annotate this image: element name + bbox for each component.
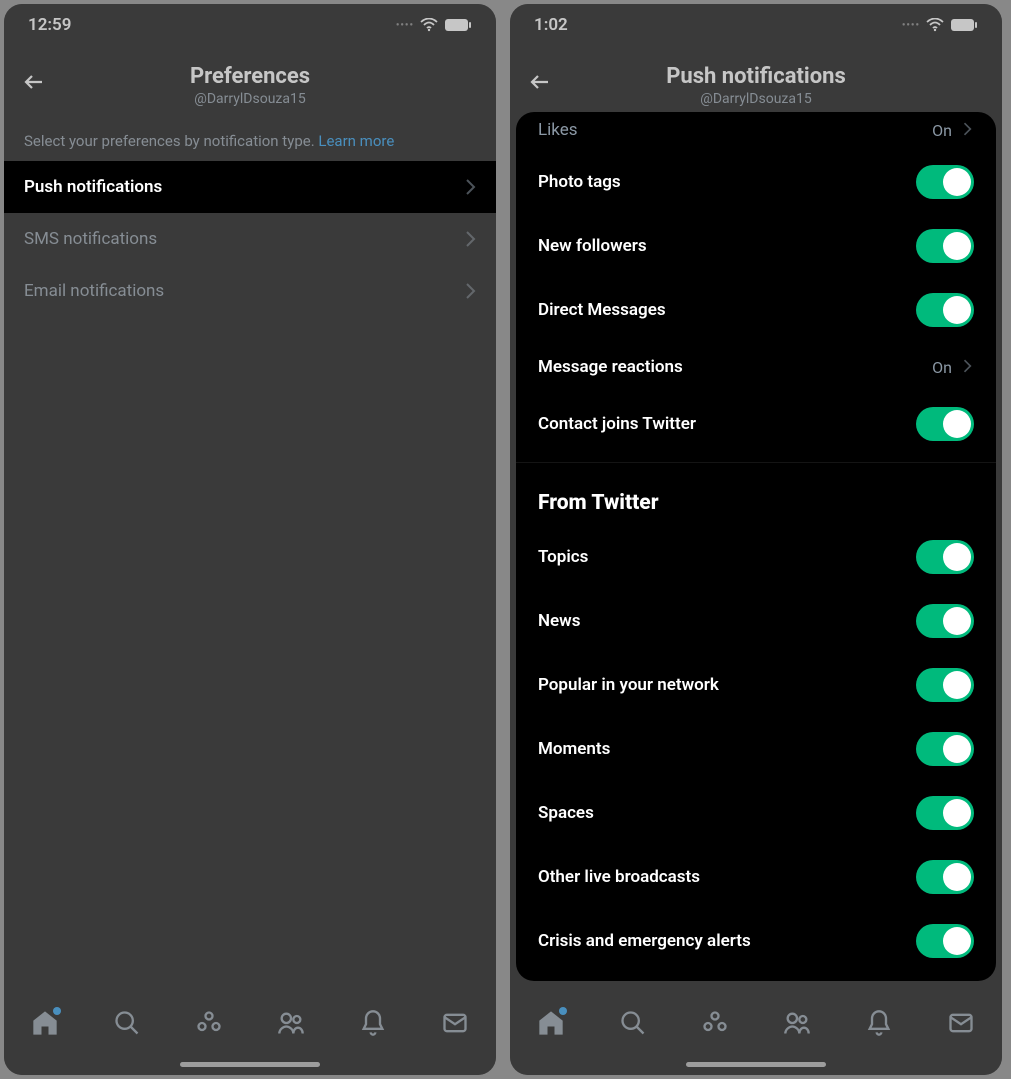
setting-crisis-alerts[interactable]: Crisis and emergency alerts bbox=[516, 909, 996, 973]
cellular-dots-icon: •••• bbox=[902, 20, 920, 31]
tab-messages[interactable] bbox=[441, 1009, 469, 1037]
account-handle: @DarrylDsouza15 bbox=[22, 91, 478, 107]
setting-direct-messages[interactable]: Direct Messages bbox=[516, 278, 996, 342]
status-time: 12:59 bbox=[28, 15, 71, 35]
setting-spaces[interactable]: Spaces bbox=[516, 781, 996, 845]
setting-label: Likes bbox=[538, 120, 578, 140]
tab-home[interactable] bbox=[537, 1009, 565, 1037]
toggle-switch[interactable] bbox=[916, 796, 974, 830]
cellular-dots-icon: •••• bbox=[396, 20, 414, 31]
tab-communities[interactable] bbox=[277, 1009, 305, 1037]
setting-label: Other live broadcasts bbox=[538, 867, 700, 887]
setting-label: Moments bbox=[538, 739, 610, 759]
chevron-right-icon bbox=[464, 178, 476, 196]
tab-communities[interactable] bbox=[783, 1009, 811, 1037]
battery-icon bbox=[444, 18, 472, 32]
toggle-switch[interactable] bbox=[916, 165, 974, 199]
chevron-right-icon bbox=[962, 121, 974, 139]
setting-label: Contact joins Twitter bbox=[538, 414, 696, 434]
divider bbox=[516, 462, 996, 463]
notification-dot bbox=[559, 1007, 567, 1015]
page-title: Preferences bbox=[22, 64, 478, 89]
setting-label: Popular in your network bbox=[538, 675, 719, 695]
tab-home[interactable] bbox=[31, 1009, 59, 1037]
home-indicator[interactable] bbox=[180, 1062, 320, 1067]
tab-spaces[interactable] bbox=[195, 1009, 223, 1037]
toggle-switch[interactable] bbox=[916, 668, 974, 702]
settings-panel: Likes On Photo tags New followers Direct… bbox=[516, 112, 996, 981]
setting-moments[interactable]: Moments bbox=[516, 717, 996, 781]
setting-label: Spaces bbox=[538, 803, 594, 823]
back-button[interactable] bbox=[528, 70, 552, 94]
setting-popular[interactable]: Popular in your network bbox=[516, 653, 996, 717]
page-header: Push notifications @DarrylDsouza15 bbox=[510, 46, 1002, 115]
account-handle: @DarrylDsouza15 bbox=[528, 91, 984, 107]
row-label: SMS notifications bbox=[24, 229, 157, 249]
setting-label: Direct Messages bbox=[538, 300, 666, 320]
intro-text: Select your preferences by notification … bbox=[4, 115, 496, 161]
setting-label: Topics bbox=[538, 547, 588, 567]
learn-more-link[interactable]: Learn more bbox=[318, 132, 394, 150]
right-phone-push-notifications: 1:02 •••• Push notifications @DarrylDsou… bbox=[510, 4, 1002, 1075]
toggle-switch[interactable] bbox=[916, 540, 974, 574]
page-header: Preferences @DarrylDsouza15 bbox=[4, 46, 496, 115]
section-title-from-twitter: From Twitter bbox=[516, 469, 996, 525]
setting-value: On bbox=[932, 121, 952, 140]
tab-notifications[interactable] bbox=[359, 1009, 387, 1037]
chevron-right-icon bbox=[962, 358, 974, 376]
row-label: Push notifications bbox=[24, 177, 162, 197]
row-email-notifications[interactable]: Email notifications bbox=[4, 265, 496, 317]
chevron-right-icon bbox=[464, 282, 476, 300]
setting-contact-joins[interactable]: Contact joins Twitter bbox=[516, 392, 996, 456]
toggle-switch[interactable] bbox=[916, 293, 974, 327]
wifi-icon bbox=[420, 18, 438, 32]
row-sms-notifications[interactable]: SMS notifications bbox=[4, 213, 496, 265]
notification-dot bbox=[53, 1007, 61, 1015]
status-bar: 1:02 •••• bbox=[510, 4, 1002, 46]
toggle-switch[interactable] bbox=[916, 732, 974, 766]
setting-value: On bbox=[932, 358, 952, 377]
tab-spaces[interactable] bbox=[701, 1009, 729, 1037]
setting-label: Message reactions bbox=[538, 357, 683, 377]
toggle-switch[interactable] bbox=[916, 604, 974, 638]
setting-label: Crisis and emergency alerts bbox=[538, 931, 751, 951]
preferences-list: Push notifications SMS notifications Ema… bbox=[4, 161, 496, 991]
row-push-notifications[interactable]: Push notifications bbox=[4, 161, 496, 213]
toggle-switch[interactable] bbox=[916, 924, 974, 958]
back-button[interactable] bbox=[22, 70, 46, 94]
toggle-switch[interactable] bbox=[916, 407, 974, 441]
toggle-switch[interactable] bbox=[916, 229, 974, 263]
setting-message-reactions[interactable]: Message reactions On bbox=[516, 342, 996, 392]
setting-photo-tags[interactable]: Photo tags bbox=[516, 150, 996, 214]
setting-label: News bbox=[538, 611, 580, 631]
setting-likes[interactable]: Likes On bbox=[516, 114, 996, 150]
left-phone-preferences: 12:59 •••• Preferences @DarrylDsouza15 S… bbox=[4, 4, 496, 1075]
status-bar: 12:59 •••• bbox=[4, 4, 496, 46]
setting-label: New followers bbox=[538, 236, 647, 256]
setting-label: Photo tags bbox=[538, 172, 621, 192]
battery-icon bbox=[950, 18, 978, 32]
setting-new-followers[interactable]: New followers bbox=[516, 214, 996, 278]
home-indicator[interactable] bbox=[686, 1062, 826, 1067]
setting-other-live[interactable]: Other live broadcasts bbox=[516, 845, 996, 909]
tab-search[interactable] bbox=[619, 1009, 647, 1037]
tab-messages[interactable] bbox=[947, 1009, 975, 1037]
setting-topics[interactable]: Topics bbox=[516, 525, 996, 589]
setting-news[interactable]: News bbox=[516, 589, 996, 653]
tab-notifications[interactable] bbox=[865, 1009, 893, 1037]
tab-search[interactable] bbox=[113, 1009, 141, 1037]
page-title: Push notifications bbox=[528, 64, 984, 89]
setting-first-look[interactable]: First look at new features bbox=[516, 973, 996, 981]
status-time: 1:02 bbox=[534, 15, 568, 35]
row-label: Email notifications bbox=[24, 281, 164, 301]
chevron-right-icon bbox=[464, 230, 476, 248]
wifi-icon bbox=[926, 18, 944, 32]
toggle-switch[interactable] bbox=[916, 860, 974, 894]
